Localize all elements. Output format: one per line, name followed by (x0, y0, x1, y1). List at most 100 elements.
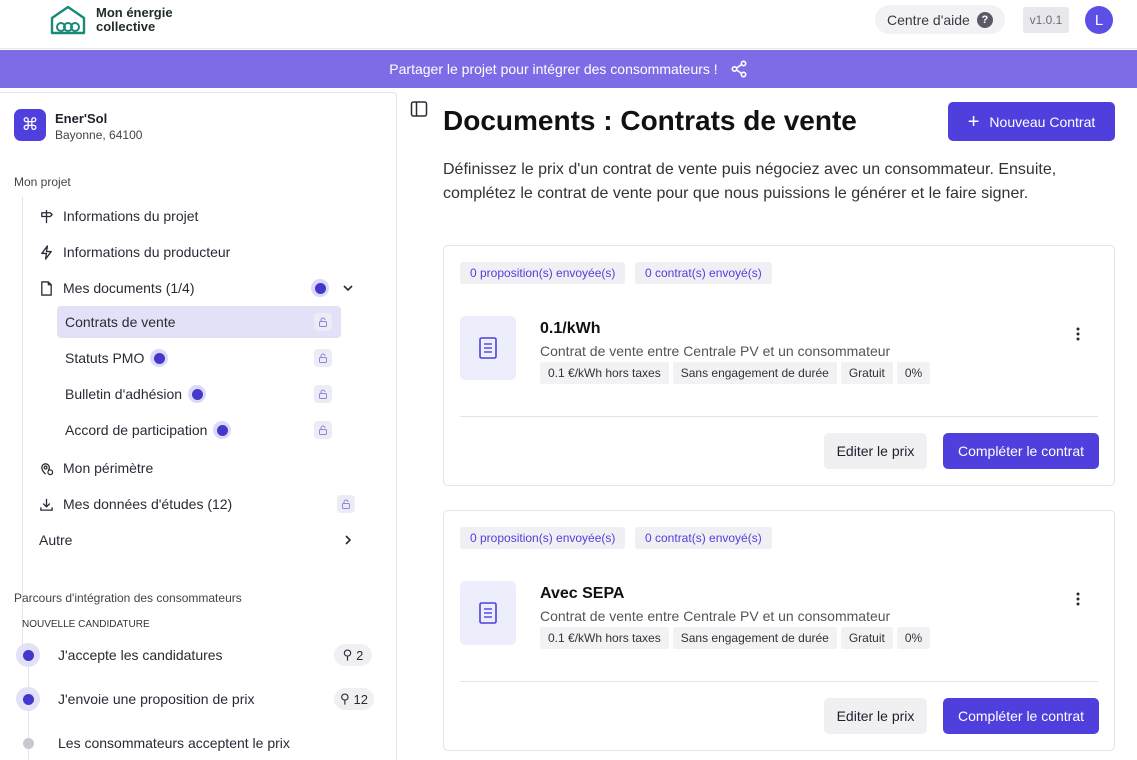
page-title: Documents : Contrats de vente (443, 105, 857, 136)
sidebar-item-autre[interactable]: Autre (39, 526, 72, 554)
sidebar-item-label: Autre (39, 532, 73, 548)
project-selector[interactable]: ⌘ Ener'Sol Bayonne, 64100 (14, 109, 142, 142)
step-count: 12 (353, 691, 368, 707)
sidebar-item-label: Statuts PMO (65, 350, 145, 366)
percent-tag: 0% (896, 627, 931, 649)
share-icon[interactable] (730, 60, 748, 78)
status-dot-icon (150, 349, 169, 367)
edit-price-button[interactable]: Editer le prix (824, 698, 927, 734)
logo-text: Mon énergie collective (96, 6, 173, 34)
step-send-price-proposal[interactable]: J'envoie une proposition de prix (16, 687, 254, 711)
step-count-badge: ⚲ 2 (334, 644, 372, 666)
card-divider (460, 416, 1098, 417)
contract-subtitle: Contrat de vente entre Centrale PV et un… (540, 343, 891, 359)
section-label-mon-projet: Mon projet (14, 175, 71, 189)
price-tag: 0.1 €/kWh hors taxes (540, 362, 669, 384)
version-badge: v1.0.1 (1023, 7, 1069, 33)
lock-icon (314, 349, 332, 367)
price-tag: 0.1 €/kWh hors taxes (540, 627, 669, 649)
step-accept-candidatures[interactable]: J'accepte les candidatures (16, 643, 223, 667)
fee-tag: Gratuit (840, 627, 893, 649)
app-logo[interactable]: Mon énergie collective (48, 4, 173, 36)
contract-title: Avec SEPA (540, 585, 625, 602)
lock-icon (337, 495, 355, 513)
person-icon: ⚲ (342, 647, 353, 662)
sidebar: ⌘ Ener'Sol Bayonne, 64100 Mon projet Inf… (0, 92, 397, 760)
complete-contract-button[interactable]: Compléter le contrat (943, 698, 1099, 734)
plus-icon: + (967, 110, 980, 133)
lightning-icon (41, 244, 52, 260)
contracts-sent-chip: 0 contrat(s) envoyé(s) (635, 262, 772, 284)
sidebar-item-label: Accord de participation (65, 422, 208, 438)
chevron-down-icon[interactable] (341, 281, 355, 295)
help-center-button[interactable]: Centre d'aide ? (875, 5, 1005, 34)
duration-tag: Sans engagement de durée (672, 362, 837, 384)
sidebar-item-statuts-pmo[interactable]: Statuts PMO (57, 342, 341, 374)
page-description: Définissez le prix d'un contrat de vente… (443, 161, 1057, 202)
sidebar-item-contrats-de-vente[interactable]: Contrats de vente (57, 306, 341, 338)
status-dot-icon (188, 385, 207, 403)
sidebar-item-label: Mes documents (1/4) (63, 280, 195, 296)
project-name: Ener'Sol (55, 111, 108, 126)
step-dot-icon (16, 643, 40, 667)
stage-label: NOUVELLE CANDIDATURE (22, 619, 150, 630)
person-icon: ⚲ (340, 691, 350, 706)
sidebar-item-informations-producteur[interactable]: Informations du producteur (39, 238, 230, 266)
lock-icon (314, 313, 332, 331)
house-logo-icon (50, 5, 86, 35)
sidebar-item-label: Contrats de vente (65, 314, 176, 330)
download-icon (40, 498, 53, 511)
step-label: J'accepte les candidatures (58, 647, 223, 663)
sidebar-item-mes-donnees[interactable]: Mes données d'études (12) (39, 490, 232, 518)
sidebar-item-label: Informations du projet (63, 208, 199, 224)
new-contract-button[interactable]: + Nouveau Contrat (948, 102, 1115, 141)
step-dot-icon (16, 731, 40, 755)
step-count-badge: ⚲ 12 (334, 688, 374, 710)
step-label: Les consommateurs acceptent le prix (58, 735, 290, 751)
step-dot-icon (16, 687, 40, 711)
sidebar-item-mes-documents[interactable]: Mes documents (1/4) (39, 274, 357, 302)
contracts-sent-chip: 0 contrat(s) envoyé(s) (635, 527, 772, 549)
command-icon: ⌘ (14, 109, 46, 141)
question-icon: ? (976, 11, 993, 28)
sidebar-item-label: Bulletin d'adhésion (65, 386, 183, 402)
step-count: 2 (356, 647, 364, 663)
duration-tag: Sans engagement de durée (672, 627, 837, 649)
more-options-icon[interactable] (1068, 324, 1088, 344)
logo-line-2: collective (96, 19, 156, 34)
sidebar-item-informations-projet[interactable]: Informations du projet (39, 202, 198, 230)
sidebar-toggle-icon[interactable] (410, 100, 428, 118)
top-bar: Mon énergie collective Centre d'aide ? v… (0, 0, 1137, 49)
tree-line (22, 197, 23, 653)
lock-icon (314, 421, 332, 439)
step-consumers-accept-price[interactable]: Les consommateurs acceptent le prix (16, 731, 290, 755)
sidebar-item-accord-participation[interactable]: Accord de participation (57, 414, 341, 446)
edit-price-button[interactable]: Editer le prix (824, 433, 927, 469)
share-banner[interactable]: Partager le projet pour intégrer des con… (0, 50, 1137, 88)
chevron-right-icon[interactable] (341, 533, 355, 547)
section-label-parcours: Parcours d'intégration des consommateurs (14, 591, 242, 605)
sidebar-item-label: Mon périmètre (63, 460, 154, 476)
help-center-label: Centre d'aide (887, 11, 970, 28)
user-avatar[interactable]: L (1085, 6, 1113, 34)
contract-card: 0 proposition(s) envoyée(s) 0 contrat(s)… (443, 245, 1115, 486)
project-location: Bayonne, 64100 (55, 128, 143, 142)
more-options-icon[interactable] (1068, 589, 1088, 609)
signpost-icon (41, 209, 53, 223)
fee-tag: Gratuit (840, 362, 893, 384)
sidebar-item-bulletin-adhesion[interactable]: Bulletin d'adhésion (57, 378, 341, 410)
proposals-sent-chip: 0 proposition(s) envoyée(s) (460, 527, 626, 549)
contract-document-icon (460, 581, 516, 645)
sidebar-item-mon-perimetre[interactable]: Mon périmètre (39, 454, 153, 482)
contract-title: 0.1/kWh (540, 320, 601, 337)
share-banner-text: Partager le projet pour intégrer des con… (389, 61, 718, 77)
new-contract-label: Nouveau Contrat (989, 113, 1096, 130)
contract-subtitle: Contrat de vente entre Centrale PV et un… (540, 608, 891, 624)
proposals-sent-chip: 0 proposition(s) envoyée(s) (460, 262, 626, 284)
complete-contract-button[interactable]: Compléter le contrat (943, 433, 1099, 469)
card-divider (460, 681, 1098, 682)
status-dot-icon (311, 279, 329, 297)
document-icon (41, 280, 52, 296)
percent-tag: 0% (896, 362, 931, 384)
status-dot-icon (213, 421, 232, 439)
